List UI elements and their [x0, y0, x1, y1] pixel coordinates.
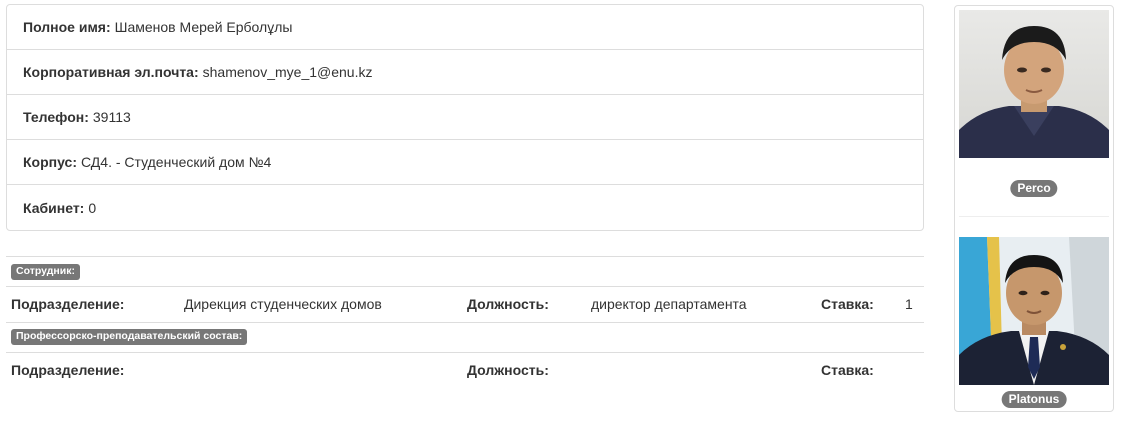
faculty-badge: Профессорско-преподавательский состав: — [11, 329, 248, 345]
office-row: Кабинет: 0 — [7, 185, 923, 230]
rate-label: Ставка: — [821, 296, 874, 312]
building-label: Корпус: — [23, 154, 77, 170]
faculty-data-row: Подразделение: Должность: Ставка: — [6, 352, 924, 388]
photo-divider — [959, 216, 1109, 217]
faculty-section-header: Профессорско-преподавательский состав: — [6, 322, 924, 352]
email-row: Корпоративная эл.почта: shamenov_mye_1@e… — [7, 50, 923, 95]
building-value: СД4. - Студенческий дом №4 — [81, 154, 272, 170]
department-label: Подразделение: — [11, 296, 125, 312]
employee-badge: Сотрудник: — [11, 263, 80, 280]
employee-section-header: Сотрудник: — [6, 256, 924, 286]
faculty-rate-label: Ставка: — [821, 362, 874, 378]
full-name-value: Шаменов Мерей Ерболұлы — [114, 19, 293, 35]
photos-panel: Perco Platonus — [954, 5, 1114, 412]
office-value: 0 — [88, 199, 97, 216]
employee-data-row: Подразделение: Дирекция студенческих дом… — [6, 286, 924, 323]
faculty-section: Профессорско-преподавательский состав: П… — [6, 322, 924, 388]
faculty-position-label: Должность: — [467, 362, 549, 378]
phone-value: 39113 — [92, 109, 131, 125]
faculty-department-label: Подразделение: — [11, 362, 125, 378]
phone-label: Телефон: — [23, 109, 89, 125]
full-name-row: Полное имя: Шаменов Мерей Ерболұлы — [7, 5, 923, 50]
platonus-photo — [959, 237, 1109, 385]
building-row: Корпус: СД4. - Студенческий дом №4 — [7, 140, 923, 185]
phone-row: Телефон: 39113 — [7, 95, 923, 140]
full-name-label: Полное имя: — [23, 19, 111, 35]
profile-info-panel: Полное имя: Шаменов Мерей Ерболұлы Корпо… — [6, 4, 924, 231]
office-label: Кабинет: — [23, 199, 85, 216]
department-value: Дирекция студенческих домов — [184, 296, 382, 312]
email-value: shamenov_mye_1@enu.kz — [202, 64, 373, 80]
employee-section: Сотрудник: Подразделение: Дирекция студе… — [6, 256, 924, 323]
rate-value: 1 — [905, 296, 913, 312]
perco-photo — [959, 10, 1109, 158]
position-value: директор департамента — [591, 296, 747, 312]
perco-source-badge: Perco — [1010, 180, 1058, 197]
email-label: Корпоративная эл.почта: — [23, 64, 199, 80]
platonus-source-badge: Platonus — [1001, 391, 1067, 408]
position-label: Должность: — [467, 296, 549, 312]
